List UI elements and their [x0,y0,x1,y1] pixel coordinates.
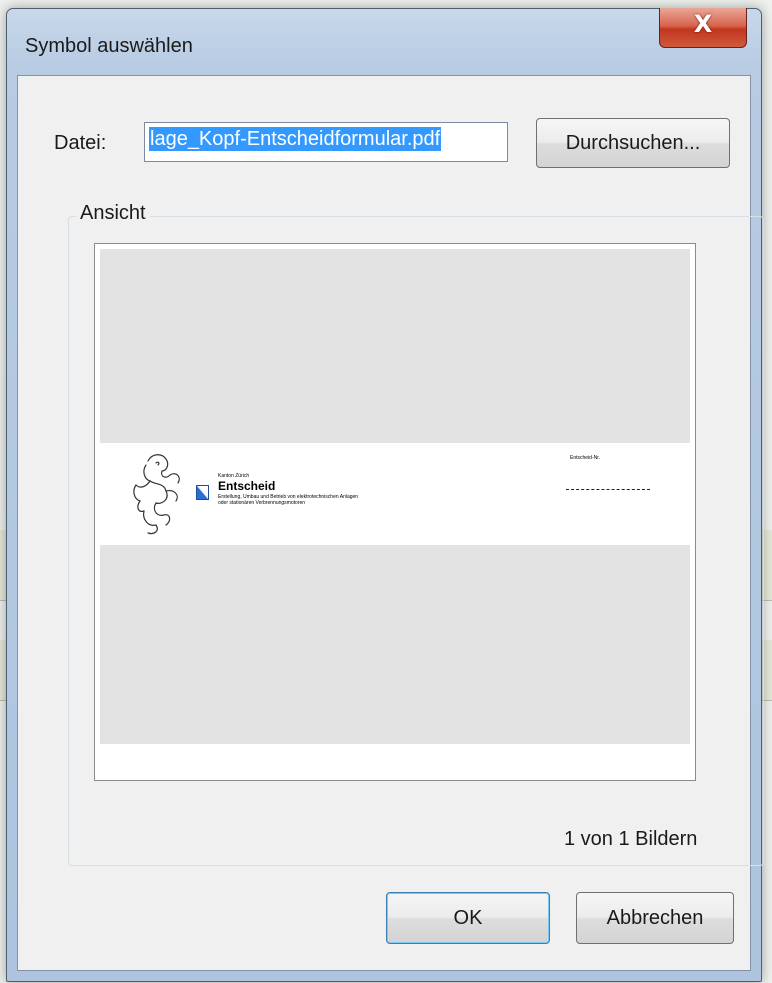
document-subtitle: Erstellung, Umbau und Betrieb von elektr… [218,494,359,506]
file-input[interactable]: lage_Kopf-Entscheidformular.pdf [144,122,508,162]
close-icon: X [693,10,713,38]
preview-group-label: Ansicht [76,202,150,225]
document-number-line [566,489,650,490]
document-thumbnail: Kanton Zürich Entscheid Erstellung, Umba… [100,443,690,545]
dialog-titlebar[interactable]: Symbol auswählen X [7,8,761,75]
document-number-label: Entscheid-Nr. [570,455,601,461]
file-label: Datei: [54,132,107,154]
browse-button[interactable]: Durchsuchen... [536,118,730,168]
close-button[interactable]: X [659,8,747,48]
preview-frame: Kanton Zürich Entscheid Erstellung, Umba… [94,243,696,781]
ok-button[interactable]: OK [386,892,550,944]
document-heading: Entscheid [218,479,276,493]
image-counter: 1 von 1 Bildern [564,828,698,850]
preview-canvas: Kanton Zürich Entscheid Erstellung, Umba… [100,249,690,744]
file-input-value: lage_Kopf-Entscheidformular.pdf [149,127,442,151]
symbol-dialog: Symbol auswählen X Datei: lage_Kopf-Ents… [6,8,764,982]
dialog-title: Symbol auswählen [25,35,193,57]
cancel-button[interactable]: Abbrechen [576,892,734,944]
dialog-body: Datei: lage_Kopf-Entscheidformular.pdf D… [17,75,764,971]
zurich-lion-logo [133,454,180,535]
zurich-canton-mark [196,485,209,500]
